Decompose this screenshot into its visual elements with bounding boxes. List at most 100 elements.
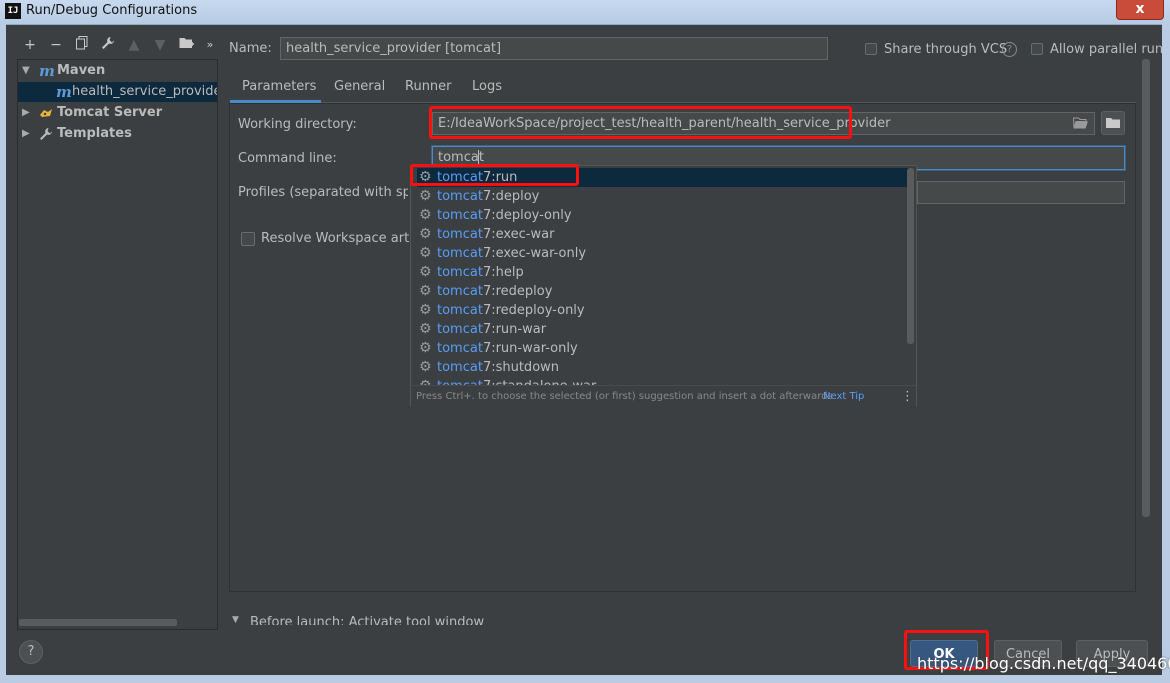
completion-item-label: tomcat7:exec-war [437,225,554,244]
before-launch-label: Before launch: Activate tool window [250,615,485,625]
tree-node-health-service-provider[interactable]: m health_service_provider [tomcat] [18,82,217,102]
completion-item-label: tomcat7:redeploy [437,282,552,301]
browse-folder-button[interactable] [1101,111,1125,135]
share-vcs-label: Share through VCS [884,42,1008,57]
resolve-workspace-checkbox[interactable] [241,232,255,246]
completion-item[interactable]: ⚙ tomcat7:deploy-only [417,206,911,225]
gear-icon: ⚙ [419,302,432,318]
before-launch-section[interactable]: ▼ Before launch: Activate tool window [232,612,932,625]
expand-arrow-icon[interactable]: ▼ [22,61,32,81]
annotation-box-working-dir [429,106,852,139]
completion-rest-text: 7:exec-war-only [482,246,587,261]
completion-item[interactable]: ⚙ tomcat7:redeploy [417,282,911,301]
gear-icon: ⚙ [419,264,432,280]
completion-match-text: tomcat [437,246,483,261]
wrench-icon[interactable] [99,36,117,54]
name-input[interactable]: health_service_provider [tomcat] [280,37,828,60]
popup-menu-icon[interactable]: ⋮ [901,386,914,407]
completion-item-label: tomcat7:exec-war-only [437,244,586,263]
completion-item[interactable]: ⚙ tomcat7:exec-war [417,225,911,244]
gear-icon: ⚙ [419,283,432,299]
completion-rest-text: 7:run-war [482,322,547,337]
completion-rest-text: 7:redeploy [482,284,553,299]
completion-item[interactable]: ⚙ tomcat7:exec-war-only [417,244,911,263]
configuration-tree[interactable]: ▼ m Maven m health_service_provider [tom… [17,59,218,630]
completion-rest-text: 7:redeploy-only [482,303,585,318]
collapsed-arrow-icon[interactable]: ▶ [22,103,32,123]
window-close-button[interactable]: x [1116,0,1164,20]
completion-item[interactable]: ⚙ tomcat7:redeploy-only [417,301,911,320]
annotation-box-tomcat-run [410,164,579,186]
completion-popup[interactable]: ⚙ tomcat7:run ⚙ tomcat7:deploy ⚙ tomcat7:depl… [410,165,917,407]
watermark: https://blog.csdn.net/qq_34046046 [917,654,1170,673]
tree-label-templates: Templates [57,126,132,141]
intellij-app-icon: IJ [5,3,21,19]
working-dir-label: Working directory: [238,117,357,132]
tree-label-config: health_service_provider [tomcat] [72,84,218,99]
maven-icon: m [39,62,55,80]
folder-add-icon[interactable] [177,36,195,54]
collapse-arrow-icon[interactable]: ▼ [232,615,239,625]
move-up-icon[interactable]: ▲ [125,36,143,54]
tab-divider [321,102,1136,103]
collapsed-arrow-icon[interactable]: ▶ [22,124,32,144]
tree-horizontal-scrollbar[interactable] [19,619,177,626]
share-vcs-checkbox[interactable] [865,43,877,55]
completion-item[interactable]: ⚙ tomcat7:run-war-only [417,339,911,358]
tree-node-tomcat-server[interactable]: ▶ Tomcat Server [18,103,217,123]
profiles-label: Profiles (separated with space [238,185,408,200]
add-icon[interactable]: + [21,36,39,54]
name-label: Name: [229,41,272,56]
content-scrollbar[interactable] [1142,59,1150,517]
tree-node-templates[interactable]: ▶ Templates [18,124,217,144]
tree-label-maven: Maven [57,63,106,78]
popup-hint-text: Press Ctrl+. to choose the selected (or … [416,391,833,402]
copy-icon[interactable] [73,36,91,54]
completion-item-label: tomcat7:deploy [437,187,539,206]
gear-icon: ⚙ [419,321,432,337]
completion-match-text: tomcat [437,322,483,337]
completion-item[interactable]: ⚙ tomcat7:run-war [417,320,911,339]
gear-icon: ⚙ [419,245,432,261]
completion-rest-text: 7:shutdown [482,360,560,375]
tab-logs[interactable]: Logs [472,78,502,103]
gear-icon: ⚙ [419,188,432,204]
completion-rest-text: 7:exec-war [482,227,555,242]
profiles-input[interactable] [917,181,1125,204]
completion-match-text: tomcat [437,189,483,204]
allow-parallel-label: Allow parallel run [1050,42,1164,57]
window-frame-bottom [0,675,1170,683]
text-caret [478,150,479,165]
window-frame-right [1162,24,1170,683]
folder-open-icon[interactable] [1072,117,1089,129]
allow-parallel-checkbox[interactable] [1031,43,1043,55]
completion-match-text: tomcat [437,227,483,242]
more-icon[interactable]: » [201,36,219,54]
resolve-workspace-label: Resolve Workspace artifa [261,231,410,246]
completion-item[interactable]: ⚙ tomcat7:shutdown [417,358,911,377]
folder-icon [1106,117,1120,128]
help-icon[interactable]: ? [1002,42,1017,57]
tree-node-maven[interactable]: ▼ m Maven [18,61,217,81]
window-frame-left [0,24,6,683]
gear-icon: ⚙ [419,359,432,375]
completion-rest-text: 7:run-war-only [482,341,578,356]
completion-item[interactable]: ⚙ tomcat7:help [417,263,911,282]
move-down-icon[interactable]: ▼ [151,36,169,54]
popup-footer: Press Ctrl+. to choose the selected (or … [411,385,916,407]
completion-match-text: tomcat [437,360,483,375]
tab-general[interactable]: General [334,78,385,103]
next-tip-link[interactable]: Next Tip [823,386,864,407]
completion-match-text: tomcat [437,208,483,223]
completion-match-text: tomcat [437,265,483,280]
completion-match-text: tomcat [437,284,483,299]
tree-label-tomcat: Tomcat Server [57,105,163,120]
popup-scrollbar[interactable] [907,168,914,344]
gear-icon: ⚙ [419,340,432,356]
completion-item[interactable]: ⚙ tomcat7:deploy [417,187,911,206]
completion-rest-text: 7:help [482,265,524,280]
gear-icon: ⚙ [419,207,432,223]
tab-runner[interactable]: Runner [405,78,452,103]
remove-icon[interactable]: − [47,36,65,54]
help-button[interactable]: ? [19,640,43,664]
